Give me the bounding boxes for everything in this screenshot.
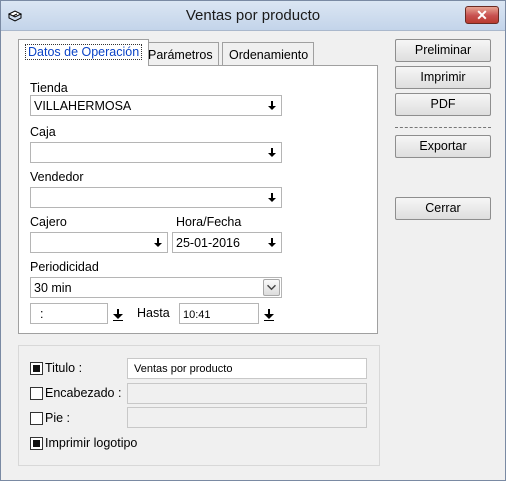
imprimir-button[interactable]: Imprimir	[395, 66, 491, 89]
vendedor-combo[interactable]	[30, 187, 282, 208]
encabezado-label: Encabezado :	[45, 386, 122, 400]
title-bar: Ventas por producto ✕	[1, 1, 505, 31]
tab-panel-datos-operacion: Tienda VILLAHERMOSA Caja Vendedor Cajero…	[18, 65, 378, 334]
preliminar-button[interactable]: Preliminar	[395, 39, 491, 62]
pie-input[interactable]	[127, 407, 367, 428]
hora-hasta-input[interactable]: 10:41	[179, 303, 259, 324]
hora-desde-value: :	[40, 307, 44, 321]
tienda-value: VILLAHERMOSA	[34, 99, 132, 113]
exportar-button[interactable]: Exportar	[395, 135, 491, 158]
titulo-checkbox[interactable]	[30, 362, 43, 375]
fecha-picker[interactable]: 25-01-2016	[172, 232, 282, 253]
titulo-input[interactable]: Ventas por producto	[127, 358, 367, 379]
hora-hasta-value: 10:41	[183, 309, 211, 321]
logotipo-checkbox[interactable]	[30, 437, 43, 450]
cajero-combo[interactable]	[30, 232, 168, 253]
cerrar-button[interactable]: Cerrar	[395, 197, 491, 220]
dropdown-arrow-icon[interactable]	[267, 145, 277, 159]
periodicidad-select[interactable]: 30 min	[30, 277, 282, 298]
dropdown-arrow-icon[interactable]	[112, 306, 124, 322]
dropdown-arrow-icon[interactable]	[153, 235, 163, 249]
encabezado-checkbox[interactable]	[30, 387, 43, 400]
cajero-label: Cajero	[30, 215, 67, 229]
window-title: Ventas por producto	[185, 7, 321, 24]
dropdown-arrow-icon[interactable]	[267, 98, 277, 112]
tab-parametros[interactable]: Parámetros	[141, 42, 219, 66]
fecha-value: 25-01-2016	[176, 236, 240, 250]
dropdown-arrow-icon[interactable]	[267, 190, 277, 204]
close-icon[interactable]: ✕	[465, 6, 499, 24]
report-options-group: Titulo : Ventas por producto Encabezado …	[18, 345, 380, 466]
tienda-combo[interactable]: VILLAHERMOSA	[30, 95, 282, 116]
tienda-label: Tienda	[30, 81, 68, 95]
tab-ordenamiento-label: Ordenamiento	[229, 48, 309, 62]
periodicidad-label: Periodicidad	[30, 260, 99, 274]
tab-datos-operacion[interactable]: Datos de Operación	[18, 39, 150, 66]
dropdown-arrow-icon[interactable]	[263, 306, 275, 322]
logotipo-label: Imprimir logotipo	[45, 436, 138, 450]
pie-label: Pie :	[45, 411, 71, 425]
report-window: Ventas por producto ✕ Datos de Operación…	[0, 0, 506, 481]
pie-checkbox[interactable]	[30, 412, 43, 425]
hasta-label: Hasta	[137, 306, 170, 320]
vendedor-label: Vendedor	[30, 170, 84, 184]
encabezado-input[interactable]	[127, 383, 367, 404]
dropdown-arrow-icon[interactable]	[267, 235, 277, 249]
caja-label: Caja	[30, 125, 56, 139]
tab-ordenamiento[interactable]: Ordenamiento	[222, 42, 314, 66]
button-separator	[395, 127, 491, 128]
pdf-button[interactable]: PDF	[395, 93, 491, 116]
tab-parametros-label: Parámetros	[148, 48, 213, 62]
hora-desde-input[interactable]: :	[30, 303, 108, 324]
chevron-down-icon[interactable]	[263, 279, 280, 296]
titulo-label: Titulo :	[45, 361, 83, 375]
horafecha-label: Hora/Fecha	[176, 215, 242, 229]
periodicidad-value: 30 min	[34, 281, 72, 295]
caja-combo[interactable]	[30, 142, 282, 163]
tab-datos-operacion-label: Datos de Operación	[25, 44, 143, 60]
